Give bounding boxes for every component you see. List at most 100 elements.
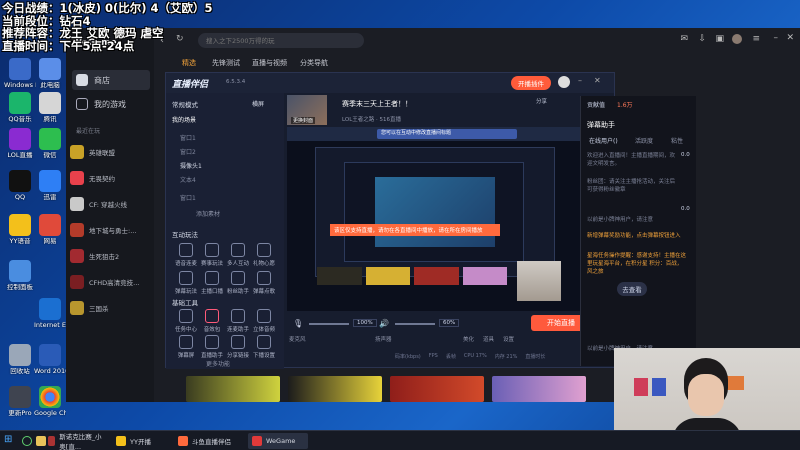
tool-speak[interactable]: 主播口播 [200,271,224,295]
props-button[interactable]: 道具 [483,335,494,343]
ie-icon[interactable] [22,436,32,446]
app-icon [48,436,56,446]
desktop-icon[interactable]: 回收站 [4,344,36,375]
tool-song[interactable]: 弹幕点歌 [252,271,276,295]
tool-danmu[interactable]: 弹幕玩法 [174,271,198,295]
mode-label[interactable]: 常规模式 [172,99,198,109]
desktop-icon[interactable]: QQ音乐 [4,92,36,123]
tool-audio[interactable]: 立体音频 [252,309,276,333]
avatar[interactable] [732,34,742,44]
lol-icon [70,145,84,159]
game-item[interactable]: CF: 穿越火线 [70,194,152,214]
tool-sound[interactable]: 音效包 [200,309,224,333]
game-item[interactable]: CFHD高清竞技... [70,272,152,292]
share-button[interactable]: 分享 [536,97,547,105]
desktop-icon[interactable]: LOL直播 [4,128,36,159]
nav-live[interactable]: 直播与视频 [252,58,287,68]
task-item[interactable]: 斗鱼直播伴侣 [174,433,244,449]
game-banner[interactable] [492,376,586,402]
minimize-icon[interactable]: – [578,76,582,85]
windows-start-icon[interactable]: ⊞ [4,434,12,445]
game-banner[interactable] [288,376,382,402]
desktop-icon[interactable]: YY语音 [4,214,36,245]
plugin-button[interactable]: 开播插件 [511,76,551,90]
game-item[interactable]: 生死狙击2 [70,246,152,266]
desktop-icon[interactable]: 网易 [34,214,66,245]
game-item[interactable]: 三国杀 [70,298,152,318]
desktop-icon[interactable]: 更新Pro [4,386,36,417]
tool-link[interactable]: 连麦助手 [226,309,250,333]
tab-my-scene[interactable]: 我的场景 [172,115,196,124]
tab-sticky[interactable]: 粘性 [671,136,683,145]
tool-screen[interactable]: 弹幕屏 [174,335,198,359]
notification-icon[interactable]: ▣ [715,34,724,44]
tool-match[interactable]: 赛事玩法 [200,243,224,267]
task-icon [179,309,193,323]
desktop-icon[interactable]: QQ [4,170,36,201]
minimize-icon[interactable]: – [774,33,779,43]
mic-slider[interactable] [309,323,349,325]
desktop-icon[interactable]: Internet Explorer [34,298,66,329]
desktop-icon[interactable]: 控制面板 [4,260,36,291]
desktop-icon[interactable]: Google Chrome [34,386,66,417]
sidebar-item-store[interactable]: 商店 [72,70,150,90]
desktop-icon[interactable]: 腾讯 [34,92,66,123]
speaker-icon[interactable]: 🔊 [379,319,389,328]
nav-beta[interactable]: 先锋测试 [212,58,240,68]
horizontal-toggle[interactable]: 横屏 [252,99,264,108]
game-item[interactable]: 无畏契约 [70,168,152,188]
menu-icon[interactable]: ≡ [752,34,760,44]
desktop-icon[interactable]: 微信 [34,128,66,159]
mic-icon[interactable]: 🎙 [293,319,303,328]
game-banner[interactable] [390,376,484,402]
mail-icon[interactable]: ✉ [680,34,688,44]
nav-category[interactable]: 分类导航 [300,58,328,68]
source-item[interactable]: 文本4 [180,175,196,184]
search-input[interactable] [198,33,364,48]
desktop-icon[interactable]: 此电脑 [34,58,66,89]
sidebar-item-my-games[interactable]: 我的游戏 [72,94,150,114]
source-item[interactable]: 窗口2 [180,147,196,156]
desktop-icon[interactable]: 迅雷 [34,170,66,201]
download-icon[interactable]: ⇩ [698,34,706,44]
tool-task[interactable]: 任务中心 [174,309,198,333]
settings-button[interactable]: 设置 [503,335,514,343]
beauty-button[interactable]: 美化 [463,335,474,343]
tool-share[interactable]: 分享链接 [226,335,250,359]
avatar[interactable] [558,76,570,88]
source-item[interactable]: 摄像头1 [180,161,202,170]
tool-fans[interactable]: 粉丝助手 [226,271,250,295]
source-item[interactable]: 窗口1 [180,133,196,142]
tool-offline[interactable]: 下播设置 [252,335,276,359]
more-features-button[interactable]: 更多功能 [206,359,230,368]
change-cover-button[interactable]: 更换封面 [291,117,316,124]
check-button[interactable]: 去查看 [617,282,647,296]
music-icon [257,271,271,285]
tab-active[interactable]: 活跃度 [635,136,653,145]
live-companion-window: 直播伴侣 6.5.3.4 开播插件 – ✕ 常规模式 横屏 我的场景 窗口1 窗… [165,72,615,369]
sound-icon [205,309,219,323]
close-icon[interactable]: ✕ [594,76,601,85]
source-item[interactable]: 窗口1 [180,193,196,202]
desktop-icon[interactable]: Word 2010 [34,344,66,375]
game-item[interactable]: 英雄联盟 [70,142,152,162]
game-item[interactable]: 地下城与勇士:... [70,220,152,240]
tool-voice[interactable]: 语音连麦 [174,243,198,267]
games-icon [76,98,88,110]
task-item[interactable]: YY开播 [112,433,172,449]
add-source-button[interactable]: 添加素材 [196,209,220,218]
close-icon[interactable]: ✕ [786,33,794,43]
stat-bitrate: 码率(kbps) [395,354,421,360]
tool-gift[interactable]: 礼物心愿 [252,243,276,267]
task-item[interactable]: WeGame [248,433,308,449]
nav-featured[interactable]: 精选 [182,58,196,68]
tool-multi[interactable]: 多人互动 [226,243,250,267]
tab-online[interactable]: 在线用户() [589,136,618,145]
task-item[interactable]: 斯诺克比赛_小奥[直... [44,433,110,450]
stream-title[interactable]: 赛季末三天上王者！！ [342,99,412,109]
desktop-icon[interactable]: Windows Media [4,58,36,89]
tool-helper[interactable]: 直播助手 [200,335,224,359]
thunder-icon [39,170,61,192]
speaker-slider[interactable] [395,323,435,325]
game-banner[interactable] [186,376,280,402]
